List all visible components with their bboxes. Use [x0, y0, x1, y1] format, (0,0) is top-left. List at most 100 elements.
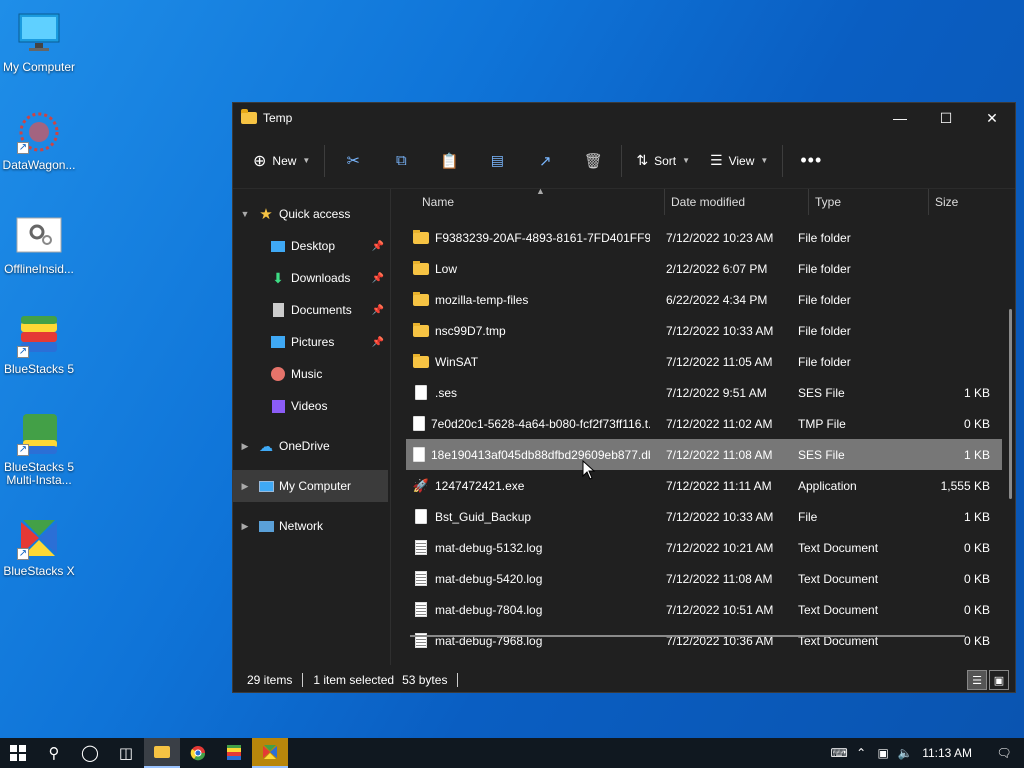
task-view-button[interactable]: ◫ [108, 738, 144, 768]
file-row[interactable]: nsc99D7.tmp 7/12/2022 10:33 AM File folder [392, 315, 1002, 346]
copy-button[interactable]: ⧉ [377, 145, 425, 177]
desktop-icon-offlineinsider[interactable]: OfflineInsid... [0, 212, 78, 276]
desktop-icon-bluestacks5[interactable]: ↗ BlueStacks 5 [0, 312, 78, 376]
nav-item-documents[interactable]: Documents 📌 [233, 294, 390, 326]
volume-icon[interactable]: 🔈 [894, 746, 916, 760]
file-size: 0 KB [963, 571, 990, 586]
new-button[interactable]: ⊕ New ▼ [243, 145, 320, 177]
taskbar-file-explorer[interactable] [144, 738, 180, 768]
taskbar-bluestacks[interactable] [216, 738, 252, 768]
file-name: .ses [435, 385, 458, 400]
desktop-icon-label: BlueStacks 5 [3, 362, 75, 376]
large-icons-view-button[interactable]: ▣ [989, 670, 1009, 690]
paste-button[interactable]: 📋 [425, 145, 473, 177]
column-date-modified[interactable]: Date modified [665, 189, 809, 215]
file-row[interactable]: 18e190413af045db88dfbd29609eb877.db.... 7… [406, 439, 1002, 470]
vertical-scrollbar[interactable] [1009, 309, 1012, 499]
cut-button[interactable]: ✂ [329, 145, 377, 177]
desktop-icon-label: BlueStacks X [3, 564, 75, 578]
star-icon: ★ [259, 206, 273, 223]
file-row[interactable]: Low 2/12/2022 6:07 PM File folder [392, 253, 1002, 284]
cloud-icon: ☁ [259, 437, 273, 454]
nav-item-downloads[interactable]: ⬇ Downloads 📌 [233, 262, 390, 294]
desktop-icon-bluestacks-multi[interactable]: ↗ BlueStacks 5 Multi-Insta... [0, 410, 78, 487]
cortana-button[interactable]: ◯ [72, 738, 108, 768]
rename-icon: ▤ [490, 152, 504, 168]
nav-onedrive[interactable]: ▶ ☁ OneDrive [233, 430, 390, 462]
nav-network[interactable]: ▶ Network [233, 510, 390, 542]
more-options-button[interactable]: ••• [787, 145, 835, 177]
nav-quick-access[interactable]: ▼ ★ Quick access [233, 198, 390, 230]
column-type[interactable]: Type [809, 189, 929, 215]
minimize-button[interactable]: — [877, 103, 923, 133]
file-row[interactable]: mat-debug-5420.log 7/12/2022 11:08 AM Text… [392, 563, 1002, 594]
maximize-button[interactable]: ☐ [923, 103, 969, 133]
file-name-cell: F9383239-20AF-4893-8161-7FD401FF9046 [392, 229, 650, 246]
view-list-icon: ☰ [710, 152, 723, 168]
search-button[interactable]: ⚲ [36, 738, 72, 768]
notifications-icon[interactable]: 🗨 [984, 746, 1024, 760]
file-row[interactable]: WinSAT 7/12/2022 11:05 AM File folder [392, 346, 1002, 377]
file-icon [413, 385, 429, 401]
nav-item-pictures[interactable]: Pictures 📌 [233, 326, 390, 358]
chevron-down-icon: ▼ [760, 156, 769, 165]
desktop-icon-label: OfflineInsid... [4, 262, 74, 276]
bluestacks-icon [227, 745, 241, 760]
share-icon: ↗ [539, 152, 552, 170]
file-name-cell: Low [392, 260, 650, 277]
document-icon [269, 302, 287, 318]
file-name-cell: .ses [392, 385, 650, 401]
file-row[interactable]: 🚀 1247472421.exe 7/12/2022 11:11 AM Applica… [392, 470, 1002, 501]
file-row[interactable]: .ses 7/12/2022 9:51 AM SES File 1 KB [392, 377, 1002, 408]
share-button[interactable]: ↗ [521, 145, 569, 177]
file-row[interactable]: Bst_Guid_Backup 7/12/2022 10:33 AM File 1 K… [392, 501, 1002, 532]
file-type: File folder [798, 323, 851, 338]
network-icon [257, 518, 275, 534]
file-row[interactable]: mat-debug-7968.log 7/12/2022 10:36 AM Text… [392, 625, 1002, 656]
file-row[interactable]: F9383239-20AF-4893-8161-7FD401FF9046 7/12… [392, 222, 1002, 253]
chrome-icon [190, 746, 206, 761]
delete-button[interactable]: 🗑 [569, 145, 617, 177]
folder-icon [413, 260, 429, 277]
task-view-icon: ◫ [118, 745, 134, 762]
file-date: 7/12/2022 11:08 AM [666, 447, 773, 462]
desktop-icon-datawagon[interactable]: ↗ DataWagon... [0, 108, 78, 172]
bluestacks-multi-icon: ↗ [15, 410, 63, 458]
chevron-up-icon[interactable]: ⌃ [850, 746, 872, 760]
nav-my-computer[interactable]: ▶ My Computer [233, 470, 388, 502]
taskbar-chrome[interactable] [180, 738, 216, 768]
pictures-icon [269, 334, 287, 350]
bluestacks-icon: ↗ [15, 312, 63, 360]
close-button[interactable]: ✕ [969, 103, 1015, 133]
clock[interactable]: 11:13 AM [922, 746, 972, 760]
desktop-icon-bluestacks-x[interactable]: ↗ BlueStacks X [0, 514, 78, 578]
file-name: Bst_Guid_Backup [435, 509, 532, 524]
nav-item-desktop[interactable]: Desktop 📌 [233, 230, 390, 262]
file-row[interactable]: mozilla-temp-files 6/22/2022 4:34 PM File … [392, 284, 1002, 315]
pin-icon: 📌 [371, 240, 384, 252]
horizontal-scrollbar[interactable] [410, 635, 965, 637]
network-icon[interactable]: ▣ [872, 746, 894, 760]
file-date: 7/12/2022 11:05 AM [666, 354, 773, 369]
desktop-icon-my-computer[interactable]: My Computer [0, 10, 78, 74]
file-type: TMP File [798, 416, 846, 431]
keyboard-icon[interactable]: ⌨ [828, 746, 850, 760]
file-date: 7/12/2022 10:33 AM [666, 509, 774, 524]
view-button[interactable]: ☰ View ▼ [700, 145, 778, 177]
rename-button[interactable]: ▤ [473, 145, 521, 177]
nav-item-music[interactable]: Music [233, 358, 390, 390]
title-bar[interactable]: Temp — ☐ ✕ [233, 103, 1015, 133]
chevron-down-icon: ▼ [240, 209, 250, 219]
file-row[interactable]: 7e0d20c1-5628-4a64-b080-fcf2f73ff116.t..… [392, 408, 1002, 439]
file-row[interactable]: mat-debug-7804.log 7/12/2022 10:51 AM Text… [392, 594, 1002, 625]
start-button[interactable] [0, 738, 36, 768]
column-name[interactable]: Name [392, 189, 665, 215]
column-size[interactable]: Size [929, 189, 999, 215]
nav-item-videos[interactable]: Videos [233, 390, 390, 422]
file-row[interactable]: mat-debug-5132.log 7/12/2022 10:21 AM Text… [392, 532, 1002, 563]
file-name-cell: 7e0d20c1-5628-4a64-b080-fcf2f73ff116.t..… [392, 416, 650, 432]
file-name: 1247472421.exe [435, 478, 525, 493]
sort-button[interactable]: ⇅ Sort ▼ [626, 145, 700, 177]
taskbar-bluestacks-x[interactable] [252, 738, 288, 768]
details-view-button[interactable]: ☰ [967, 670, 987, 690]
